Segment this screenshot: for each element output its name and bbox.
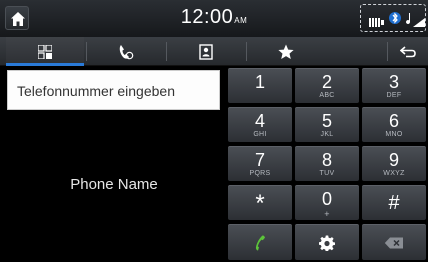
key-1-digit: 1 — [254, 72, 265, 92]
contacts-icon — [199, 43, 213, 60]
key-7-letters: PQRS — [249, 170, 271, 177]
key-8-digit: 8 — [321, 150, 332, 170]
keypad: 1 2 ABC 3 DEF 4 GHI 5 JKL 6 MNO 7 PQRS 8… — [226, 66, 428, 262]
status-icons-area[interactable] — [360, 4, 426, 32]
phone-number-field[interactable]: Telefonnummer eingeben — [7, 70, 220, 110]
key-8[interactable]: 8 TUV — [295, 146, 359, 181]
key-9[interactable]: 9 WXYZ — [362, 146, 426, 181]
backspace-icon — [384, 237, 403, 248]
key-8-letters: TUV — [319, 170, 335, 177]
left-panel: Telefonnummer eingeben Phone Name — [0, 66, 224, 262]
key-5-letters: JKL — [320, 131, 334, 138]
tab-dial[interactable] — [6, 37, 84, 66]
phone-number-placeholder: Telefonnummer eingeben — [17, 83, 175, 99]
key-6-digit: 6 — [388, 111, 399, 131]
dial-pad-icon — [38, 44, 52, 59]
back-arrow-icon — [400, 45, 416, 57]
clock-ampm: AM — [234, 16, 248, 25]
phone-call-icon — [255, 234, 265, 250]
key-1[interactable]: 1 — [228, 68, 292, 103]
call-button[interactable] — [228, 224, 292, 260]
key-9-digit: 9 — [388, 150, 399, 170]
key-hash[interactable]: # — [362, 185, 426, 220]
backspace-button[interactable] — [362, 224, 426, 260]
key-5[interactable]: 5 JKL — [295, 107, 359, 142]
tab-contacts[interactable] — [167, 37, 245, 66]
key-star[interactable]: * — [228, 185, 292, 220]
tab-back[interactable] — [388, 37, 428, 66]
key-2-digit: 2 — [321, 72, 332, 92]
bluetooth-audio-icon — [388, 11, 404, 30]
key-3-digit: 3 — [388, 72, 399, 92]
key-6-letters: MNO — [385, 131, 403, 138]
music-note-icon — [405, 12, 413, 30]
battery-icon — [369, 14, 385, 32]
key-hash-symbol: # — [388, 192, 400, 214]
key-star-symbol: * — [255, 190, 265, 217]
key-7-digit: 7 — [254, 150, 265, 170]
key-0-plus: + — [324, 209, 330, 219]
key-6[interactable]: 6 MNO — [362, 107, 426, 142]
key-0[interactable]: 0 + — [295, 185, 359, 220]
key-4-letters: GHI — [253, 131, 267, 138]
status-bar: 12:00AM — [0, 0, 428, 37]
key-3[interactable]: 3 DEF — [362, 68, 426, 103]
gear-icon — [319, 235, 335, 251]
star-icon — [278, 44, 294, 59]
clock-time: 12:00 — [180, 6, 234, 28]
tab-favorites[interactable] — [247, 37, 325, 66]
key-2[interactable]: 2 ABC — [295, 68, 359, 103]
key-5-digit: 5 — [321, 111, 332, 131]
key-2-letters: ABC — [319, 92, 335, 99]
settings-button[interactable] — [295, 224, 359, 260]
key-4[interactable]: 4 GHI — [228, 107, 292, 142]
recent-calls-icon — [119, 44, 134, 59]
tab-recent-calls[interactable] — [87, 37, 165, 66]
signal-icon — [413, 14, 425, 32]
key-3-letters: DEF — [386, 92, 402, 99]
tab-bar — [0, 37, 428, 66]
key-7[interactable]: 7 PQRS — [228, 146, 292, 181]
key-4-digit: 4 — [254, 111, 265, 131]
key-9-letters: WXYZ — [383, 170, 405, 177]
phone-name-label: Phone Name — [70, 176, 158, 193]
key-0-digit: 0 — [321, 189, 332, 209]
